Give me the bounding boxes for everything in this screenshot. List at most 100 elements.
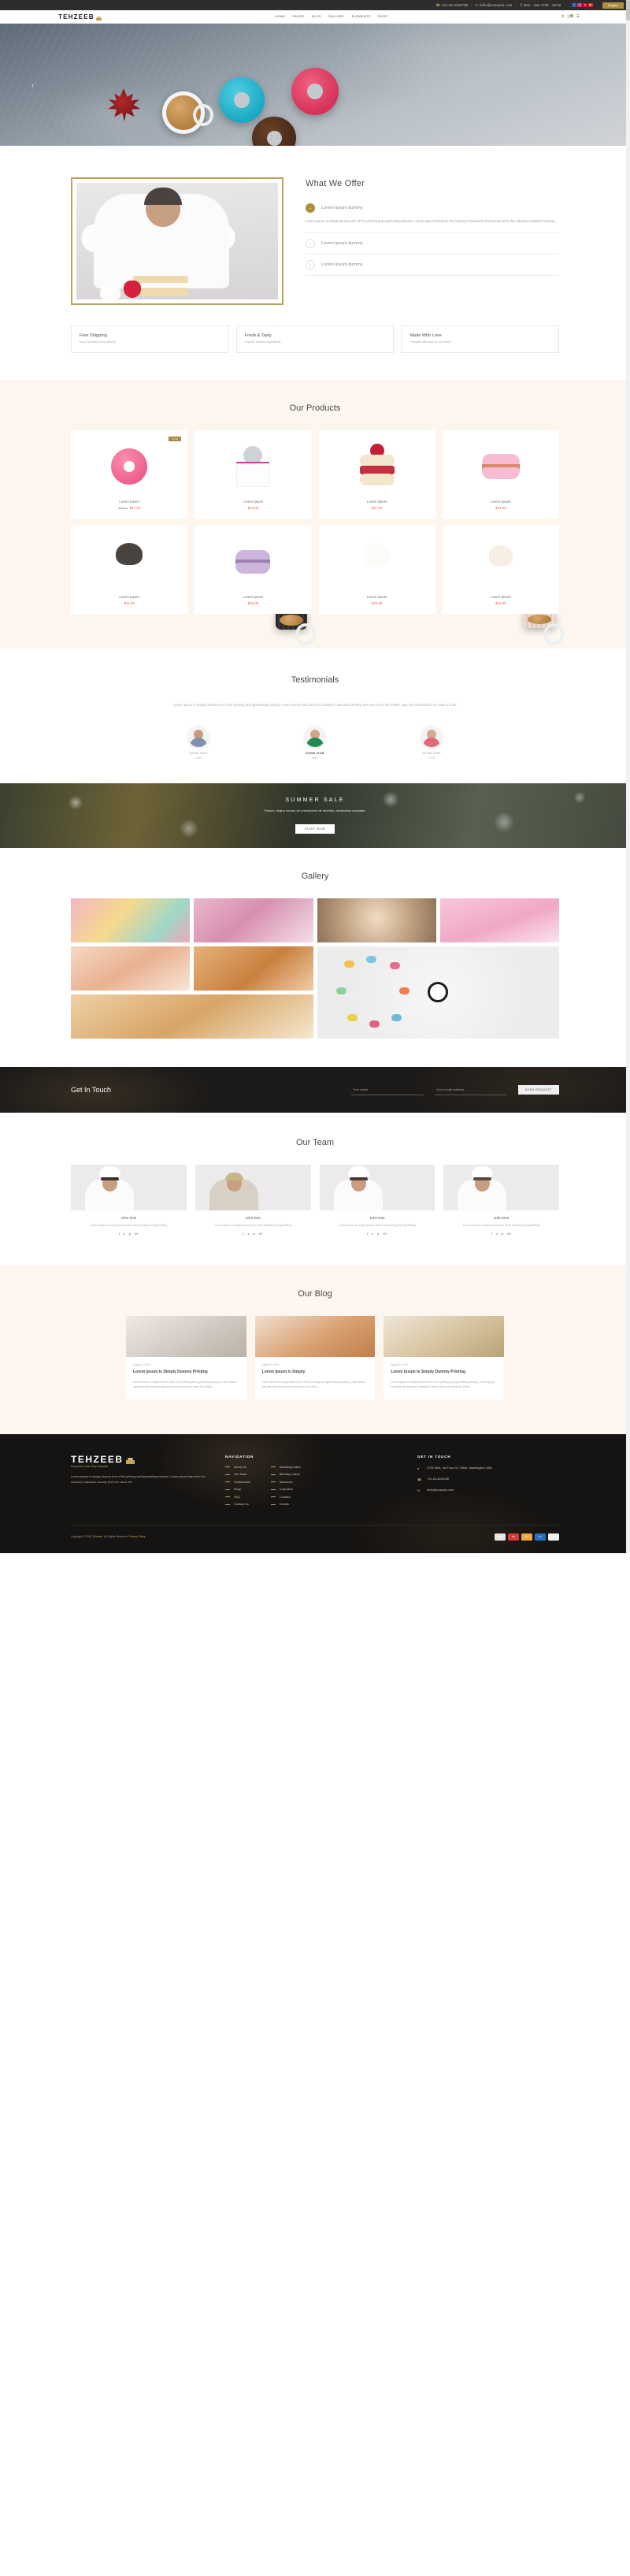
twitter-icon[interactable]: x [496,1232,498,1236]
search-icon[interactable]: ⚲ [561,14,564,19]
youtube-icon[interactable]: ▶ [588,2,593,8]
nav-item-shop[interactable]: SHOP [378,15,388,18]
accordion-header-3[interactable]: › Lorem Ipsum dummy [306,255,559,275]
google-plus-icon[interactable]: G+ [135,1232,139,1236]
twitter-icon[interactable]: x [372,1232,373,1236]
gallery-item-cake-slices[interactable] [71,946,191,991]
blog-post-card[interactable]: August 9, 2018 Lorem Ipsum Is Simply Lor… [254,1316,376,1400]
cart-count: 0 [569,14,573,17]
google-plus-icon[interactable]: G+ [383,1232,387,1236]
gallery-item-cupcake[interactable] [439,898,559,942]
gallery-item-pancakes[interactable] [71,994,313,1039]
blog-post-card[interactable]: August 9, 2018 Lorem Ipsum Is Simply Dum… [126,1316,246,1400]
blog-post-card[interactable]: August 9, 2018 Lorem Ipsum Is Simply Dum… [384,1316,504,1400]
product-image [201,438,305,495]
scrollbar[interactable] [626,0,630,1553]
nav-item-pages[interactable]: PAGES [292,15,304,18]
product-card[interactable]: SALE Lorem Ipsum $39.00 $17.00 [71,430,188,519]
footer-link[interactable]: Contact Us [234,1503,249,1506]
nav-item-elements[interactable]: ELEMENTS [352,15,371,18]
product-name: Lorem Ipsum [243,595,264,599]
blog-post-title[interactable]: Lorem Ipsum Is Simply [262,1370,369,1375]
dash-icon [225,1504,230,1505]
pinterest-icon[interactable]: p [129,1232,131,1236]
feature-box-made-with-love: Made With Love Prepared with care for ou… [401,325,560,353]
privacy-policy-link[interactable]: Privacy Policy [129,1535,146,1538]
testimonial-item[interactable]: JOHN DOE Client [281,726,349,760]
nav-item-home[interactable]: HOME [275,15,285,18]
facebook-icon[interactable]: f [367,1232,368,1236]
send-request-button[interactable]: SEND REQUEST [518,1084,559,1095]
logo[interactable]: TEHZEEB [58,13,102,20]
footer-link[interactable]: Wedding Cakes [280,1466,301,1469]
footer-navigation-column: NAVIGATION About Us Our Team Testimonial… [225,1455,405,1511]
pinterest-icon[interactable]: p [502,1232,503,1236]
gallery-item-pink-flowers[interactable] [194,898,313,942]
product-card[interactable]: Lorem Ipsum $14.00 [442,430,559,519]
product-card[interactable]: Lorem Ipsum $15.00 [195,526,312,614]
shop-now-button[interactable]: SHOP NOW [295,823,335,834]
facebook-icon[interactable]: f [119,1232,120,1236]
accordion-header-1[interactable]: ⌄ Lorem Ipsum dummy [306,198,559,218]
contact-heading: Get In Touch [71,1085,111,1094]
gallery-item-coffee-cup[interactable] [317,898,436,942]
footer-logo[interactable]: TEHZEEB [71,1455,213,1464]
topbar-email[interactable]: ✉ hello@example.com [476,3,513,8]
footer-link[interactable]: Birthday Cakes [280,1473,300,1476]
dash-icon [225,1496,230,1498]
footer-link[interactable]: Our Team [234,1473,247,1476]
product-card[interactable]: Lorem Ipsum $10.00 [442,526,559,614]
footer-link[interactable]: Shop [234,1488,241,1491]
twitter-icon[interactable]: x [248,1232,250,1236]
product-card[interactable]: Lorem Ipsum $13.00 [195,430,312,519]
slider-prev-arrow[interactable]: ‹ [32,81,34,89]
pinterest-icon[interactable]: p [253,1232,254,1236]
footer-email[interactable]: ✉ hello@example.com [417,1488,559,1493]
team-member-desc: Lorem Ipsum is simply dummy text of the … [90,1223,168,1227]
product-name: Lorem Ipsum [491,595,511,599]
accordion-header-2[interactable]: › Lorem Ipsum dummy [306,233,559,254]
coffee-cup-image [162,91,213,134]
nav-item-blog[interactable]: BLOG [312,15,321,18]
footer-link[interactable]: Testimonials [234,1481,250,1484]
footer-link[interactable]: About Us [234,1466,246,1469]
facebook-icon[interactable]: f [491,1232,492,1236]
product-card[interactable]: Lorem Ipsum $22.00 [318,526,564,645]
email-field[interactable] [435,1084,508,1095]
nav-item-gallery[interactable]: GALLERY [328,15,345,18]
gallery-item-macarons[interactable] [71,898,191,942]
testimonial-item[interactable]: JOHN DOE Client [165,726,232,760]
product-card[interactable]: Lorem Ipsum $11.00 [71,526,317,645]
google-plus-icon[interactable]: G+ [507,1232,511,1236]
testimonial-item[interactable]: JOHN DOE Client [398,726,465,760]
pinterest-icon[interactable]: p [583,2,587,8]
language-button[interactable]: English [602,2,624,9]
blog-post-title[interactable]: Lorem Ipsum Is Simply Dummy Printing [133,1370,239,1375]
topbar-phone[interactable]: ☎ +01-23-4226789 [435,3,468,8]
summer-sale-banner: SUMMER SALE Flavum, regius rumors vix pr… [0,782,630,848]
blog-post-title[interactable]: Lorem Ipsum Is Simply Dummy Printing [391,1370,497,1375]
footer-link[interactable]: FAQ [234,1496,240,1499]
cart-icon[interactable]: 🛒0 [567,14,573,19]
hamburger-menu-icon[interactable]: ☰ [576,14,580,19]
name-field[interactable] [351,1084,424,1095]
chef-photo [76,183,278,299]
google-plus-icon[interactable]: G+ [259,1232,263,1236]
footer-link[interactable]: Cookies [280,1496,291,1499]
cake-icon [125,1456,135,1464]
testimonial-role: Client [195,756,202,760]
footer-phone[interactable]: ☎ +01-23-4226789 [417,1477,559,1482]
facebook-icon[interactable]: f [572,2,576,8]
instagram-icon[interactable]: ◎ [577,2,582,8]
dash-icon [270,1489,276,1490]
scrollbar-thumb[interactable] [626,0,630,20]
gallery-item-fruit-tart[interactable] [194,946,313,991]
gallery-item-macaron-circle[interactable] [317,946,559,1039]
twitter-icon[interactable]: x [124,1232,125,1236]
feature-box-fresh-tasty: Fresh & Tasty Only the freshest ingredie… [235,325,395,353]
product-card[interactable]: Lorem Ipsum $17.00 [318,430,435,519]
footer-link[interactable]: Donuts [280,1503,289,1506]
footer-link[interactable]: Cupcakes [280,1488,293,1491]
pinterest-icon[interactable]: p [377,1232,379,1236]
footer-link[interactable]: Macarons [280,1481,293,1484]
